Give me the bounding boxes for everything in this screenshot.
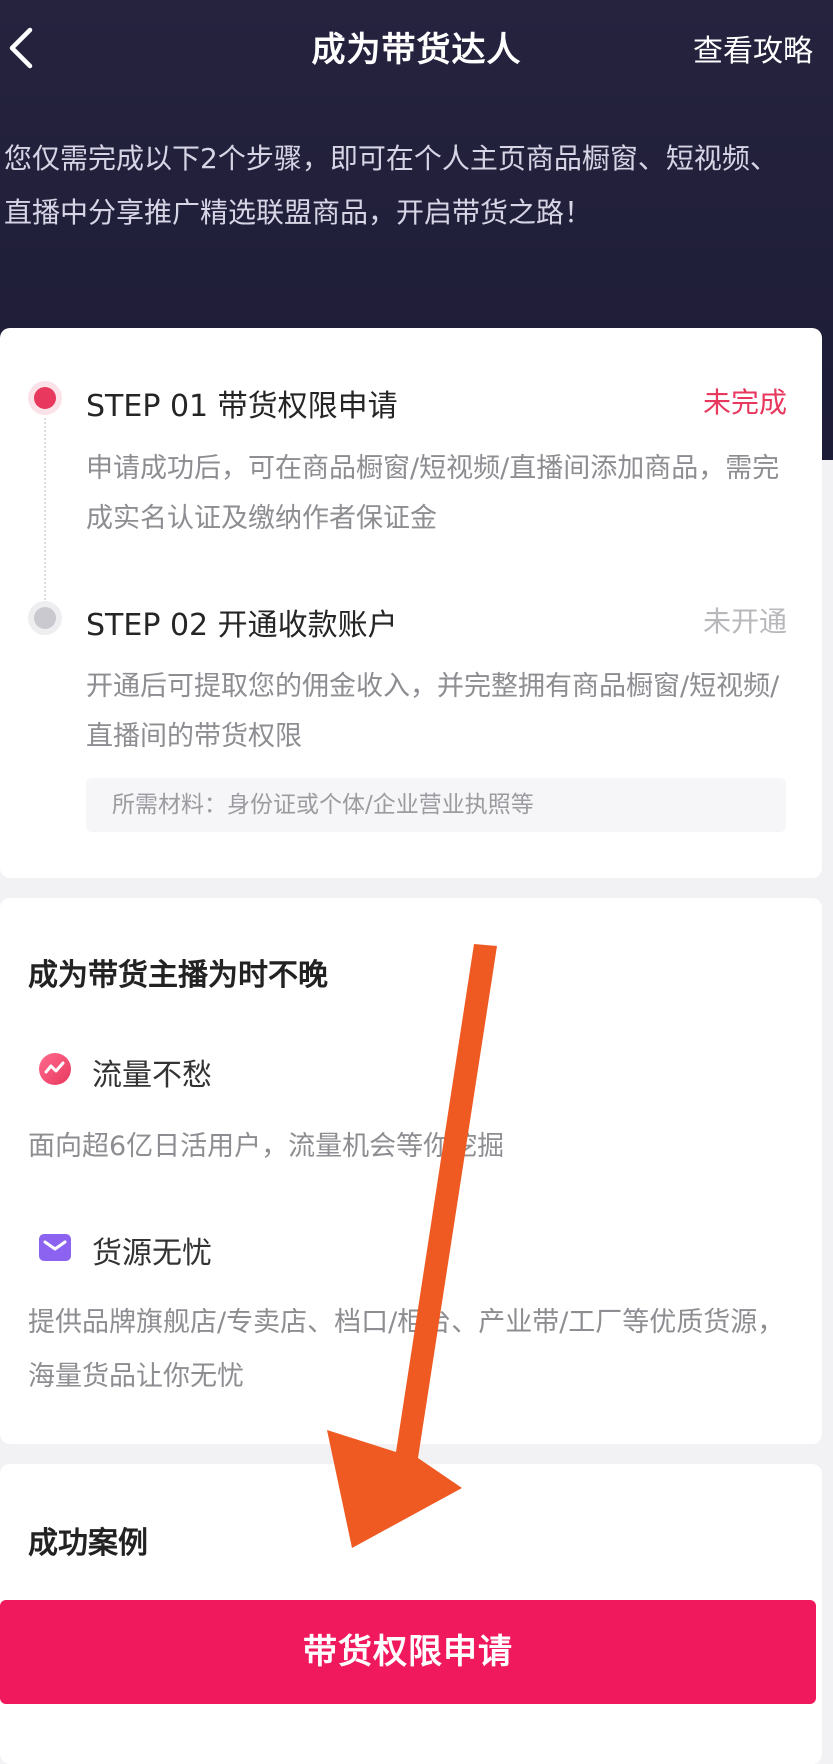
benefits-title: 成为带货主播为时不晚 <box>28 958 328 993</box>
step-2-dot-icon <box>34 607 56 629</box>
view-guide-link[interactable]: 查看攻略 <box>693 26 813 70</box>
materials-note: 所需材料：身份证或个体/企业营业执照等 <box>86 778 786 832</box>
step-1-desc: 申请成功后，可在商品橱窗/短视频/直播间添加商品，需完成实名认证及缴纳作者保证金 <box>86 453 780 534</box>
benefit-traffic-desc: 面向超6亿日活用户，流量机会等你挖掘 <box>28 1131 505 1162</box>
goods-box-icon <box>38 1230 72 1264</box>
step-1-status: 未完成 <box>702 386 787 419</box>
step-1-dot-icon <box>34 387 56 409</box>
traffic-icon <box>38 1052 72 1086</box>
step-2-desc: 开通后可提取您的佣金收入，并完整拥有商品橱窗/短视频/直播间的带货权限 <box>86 671 780 752</box>
benefit-goods-desc: 提供品牌旗舰店/专卖店、档口/柜台、产业带/工厂等优质货源，海量货品让你无忧 <box>28 1307 785 1392</box>
cases-title: 成功案例 <box>28 1526 148 1561</box>
step-2-status: 未开通 <box>702 605 787 638</box>
nav-bar: 成为带货达人 查看攻略 <box>0 0 833 96</box>
step-timeline <box>44 418 46 600</box>
step-2-title[interactable]: STEP 02 开通收款账户 <box>86 600 398 644</box>
apply-permission-button[interactable]: 带货权限申请 <box>0 1600 816 1704</box>
intro-text: 您仅需完成以下2个步骤，即可在个人主页商品橱窗、短视频、直播中分享推广精选联盟商… <box>4 142 778 229</box>
benefit-goods-title: 货源无忧 <box>92 1236 212 1271</box>
step-1-title[interactable]: STEP 01 带货权限申请 <box>86 381 398 425</box>
benefit-traffic-title: 流量不愁 <box>92 1058 212 1093</box>
